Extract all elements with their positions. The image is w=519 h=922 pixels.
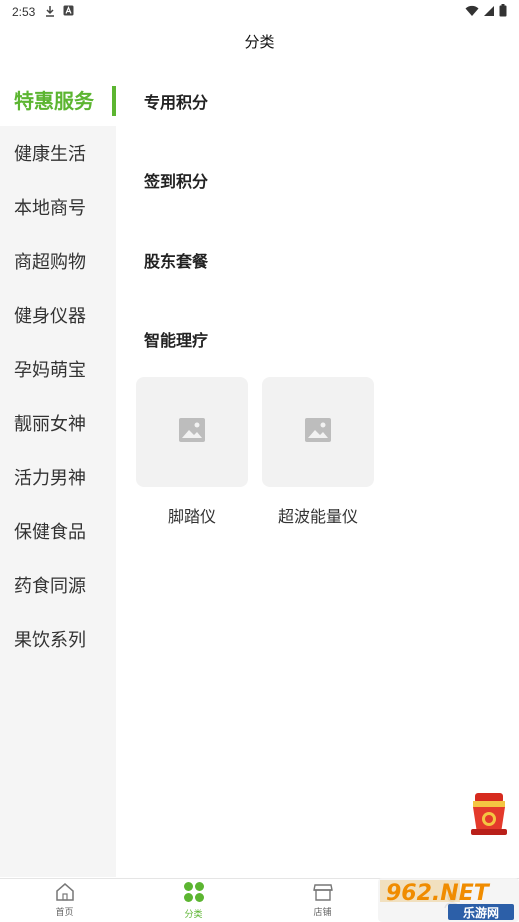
sidebar-item-tehui[interactable]: 特惠服务 [0,72,116,126]
store-icon [312,883,333,903]
nav-label: 店铺 [313,907,332,917]
battery-icon [499,4,507,20]
status-bar: 2:53 [0,0,519,24]
sidebar-item-maternity[interactable]: 孕妈萌宝 [0,342,116,396]
wifi-icon [465,5,479,20]
watermark-subtext: 乐游网 [463,905,499,920]
product-thumbnail[interactable] [136,377,248,487]
a-box-icon [63,5,74,19]
sidebar-item-medicinal-food[interactable]: 药食同源 [0,558,116,612]
sidebar-item-men[interactable]: 活力男神 [0,450,116,504]
header: 分类 [0,24,519,58]
sidebar-item-label: 药食同源 [14,576,86,596]
sidebar-item-health-life[interactable]: 健康生活 [0,126,116,180]
product-card[interactable]: 脚踏仪 [136,377,248,527]
watermark-logo: 962.NET 乐游网 [378,874,519,922]
page-title: 分类 [244,33,275,51]
sidebar-item-label: 健康生活 [14,144,86,164]
status-time: 2:53 [12,5,36,19]
download-icon [45,5,55,20]
sidebar-item-label: 本地商号 [14,198,86,218]
signal-icon [483,5,495,20]
home-icon [55,883,75,903]
sidebar-item-label: 孕妈萌宝 [14,360,86,380]
sidebar-item-drinks[interactable]: 果饮系列 [0,612,116,666]
sidebar-item-label: 保健食品 [14,522,86,542]
nav-label: 分类 [184,909,203,919]
watermark-text: 962.NET [386,881,491,906]
sidebar-item-label: 靓丽女神 [14,414,86,434]
image-placeholder-icon [178,417,206,448]
product-label[interactable]: 超波能量仪 [262,503,374,527]
section-title[interactable]: 专用积分 [144,89,208,113]
product-thumbnail[interactable] [262,377,374,487]
sidebar-item-label: 健身仪器 [14,306,86,326]
product-card[interactable]: 超波能量仪 [262,377,374,527]
section-title[interactable]: 智能理疗 [144,327,208,351]
category-content: 专用积分 签到积分 股东套餐 智能理疗 脚踏仪 超波能量仪 [116,58,519,878]
nav-store[interactable]: 店铺 [258,879,387,922]
category-sidebar: 特惠服务 健康生活 本地商号 商超购物 健身仪器 孕妈萌宝 靓丽女神 活力男神 … [0,72,116,877]
sidebar-item-label: 特惠服务 [14,90,94,113]
category-grid-icon [183,881,205,905]
sidebar-item-label: 活力男神 [14,468,86,488]
section-title[interactable]: 股东套餐 [144,248,208,272]
sidebar-item-local-shops[interactable]: 本地商号 [0,180,116,234]
sidebar-item-women[interactable]: 靓丽女神 [0,396,116,450]
nav-home[interactable]: 首页 [0,879,129,922]
image-placeholder-icon [304,417,332,448]
sidebar-item-label: 商超购物 [14,252,86,272]
nav-label: 首页 [55,907,74,917]
product-label[interactable]: 脚踏仪 [136,503,248,527]
nav-category[interactable]: 分类 [129,879,258,922]
section-title[interactable]: 签到积分 [144,168,208,192]
red-envelope-icon[interactable] [469,791,509,837]
sidebar-item-label: 果饮系列 [14,630,86,650]
sidebar-item-fitness[interactable]: 健身仪器 [0,288,116,342]
sidebar-item-health-food[interactable]: 保健食品 [0,504,116,558]
sidebar-item-supermarket[interactable]: 商超购物 [0,234,116,288]
